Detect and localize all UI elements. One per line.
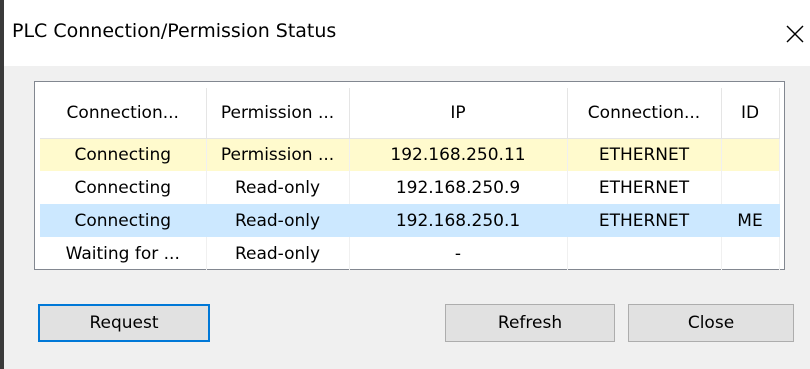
cell-ip: 192.168.250.11 bbox=[349, 138, 568, 171]
table-row-selected[interactable]: Connecting Read-only 192.168.250.1 ETHER… bbox=[40, 204, 780, 237]
refresh-button-label: Refresh bbox=[497, 313, 563, 333]
cell-permission: Read-only bbox=[206, 171, 350, 204]
column-header-ip[interactable]: IP bbox=[349, 88, 568, 139]
cell-id bbox=[721, 171, 780, 204]
cell-type bbox=[567, 237, 722, 270]
cell-status: Connecting bbox=[40, 204, 207, 237]
cell-id bbox=[721, 237, 780, 270]
cell-type: ETHERNET bbox=[567, 204, 722, 237]
request-button[interactable]: Request bbox=[38, 304, 210, 342]
plc-status-dialog: PLC Connection/Permission Status Connect… bbox=[4, 0, 810, 369]
cell-status: Waiting for ... bbox=[40, 237, 207, 270]
column-header-connection-type[interactable]: Connection... bbox=[567, 88, 722, 139]
request-button-label: Request bbox=[89, 313, 159, 333]
cell-ip: 192.168.250.9 bbox=[349, 171, 568, 204]
close-button-label: Close bbox=[687, 313, 735, 333]
table-row[interactable]: Connecting Permission ... 192.168.250.11… bbox=[40, 138, 780, 171]
cell-type: ETHERNET bbox=[567, 138, 722, 171]
column-header-connection-status[interactable]: Connection... bbox=[40, 88, 207, 139]
connection-list[interactable]: Connection... Permission ... IP Connecti… bbox=[34, 81, 785, 270]
column-header-id[interactable]: ID bbox=[721, 88, 780, 139]
title-bar: PLC Connection/Permission Status bbox=[4, 0, 810, 66]
cell-ip: - bbox=[349, 237, 568, 270]
connection-table: Connection... Permission ... IP Connecti… bbox=[40, 88, 780, 270]
cell-status: Connecting bbox=[40, 171, 207, 204]
cell-id bbox=[721, 138, 780, 171]
close-button[interactable]: Close bbox=[628, 304, 794, 342]
cell-ip: 192.168.250.1 bbox=[349, 204, 568, 237]
table-row[interactable]: Waiting for ... Read-only - bbox=[40, 237, 780, 270]
table-row[interactable]: Connecting Read-only 192.168.250.9 ETHER… bbox=[40, 171, 780, 204]
close-icon[interactable] bbox=[780, 14, 810, 54]
cell-permission: Read-only bbox=[206, 237, 350, 270]
cell-type: ETHERNET bbox=[567, 171, 722, 204]
table-header: Connection... Permission ... IP Connecti… bbox=[40, 88, 780, 139]
cell-id: ME bbox=[721, 204, 780, 237]
cell-permission: Permission ... bbox=[206, 138, 350, 171]
cell-status: Connecting bbox=[40, 138, 207, 171]
dialog-title: PLC Connection/Permission Status bbox=[12, 20, 337, 42]
refresh-button[interactable]: Refresh bbox=[445, 304, 615, 342]
cell-permission: Read-only bbox=[206, 204, 350, 237]
column-header-permission[interactable]: Permission ... bbox=[206, 88, 350, 139]
